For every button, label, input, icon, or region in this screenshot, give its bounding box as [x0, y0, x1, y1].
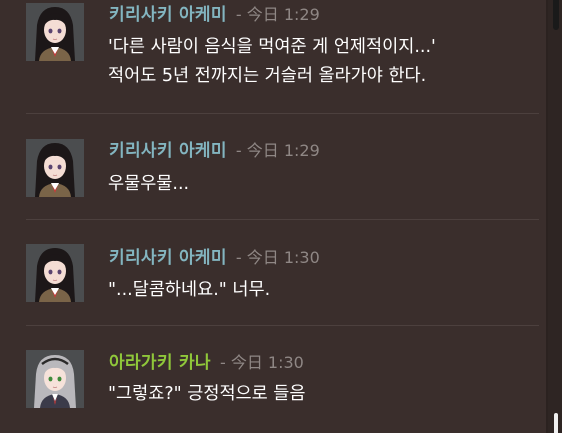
scrollbar-thumb[interactable] [553, 0, 559, 30]
message-header: 키리사키 아케미 - 今日 1:29 [109, 140, 320, 162]
scrollbar-grip[interactable] [554, 413, 558, 433]
message-content: '다른 사람이 음식을 먹여준 게 언제적이지...' 적어도 5년 전까지는 … [108, 33, 436, 91]
timestamp-value: 今日 1:29 [246, 5, 320, 24]
akemi-avatar-icon [26, 244, 84, 302]
akemi-avatar-icon [26, 139, 84, 197]
timestamp-value: 今日 1:29 [246, 141, 320, 160]
timestamp-separator: - [230, 141, 247, 160]
author-name[interactable]: 키리사키 아케미 [109, 248, 227, 268]
avatar[interactable] [26, 350, 84, 408]
message-divider [26, 325, 539, 326]
kana-avatar-icon [26, 350, 84, 408]
message-line: "그렇죠?" 긍정적으로 들음 [108, 384, 306, 404]
message-divider [26, 219, 539, 220]
message-header: 키리사키 아케미 - 今日 1:30 [109, 247, 320, 269]
message-divider [26, 113, 539, 114]
timestamp-separator: - [230, 248, 247, 267]
message-timestamp: - 今日 1:29 [231, 141, 320, 160]
message-line: 적어도 5년 전까지는 거슬러 올라가야 한다. [108, 66, 427, 86]
message-header: 아라가키 카나 - 今日 1:30 [109, 352, 304, 374]
avatar[interactable] [26, 244, 84, 302]
scrollbar-track[interactable] [548, 0, 562, 433]
timestamp-separator: - [214, 353, 231, 372]
message-timestamp: - 今日 1:30 [215, 353, 304, 372]
akemi-avatar-icon [26, 3, 84, 61]
message-line: '다른 사람이 음식을 먹여준 게 언제적이지...' [108, 37, 436, 57]
message-timestamp: - 今日 1:29 [231, 5, 320, 24]
message-timestamp: - 今日 1:30 [231, 248, 320, 267]
timestamp-value: 今日 1:30 [246, 248, 320, 267]
avatar[interactable] [26, 3, 84, 61]
author-name[interactable]: 키리사키 아케미 [109, 141, 227, 161]
message-content: "그렇죠?" 긍정적으로 들음 [108, 380, 306, 409]
message-line: "...달콤하네요." 너무. [108, 280, 271, 300]
chat-log: 키리사키 아케미 - 今日 1:29 '다른 사람이 음식을 먹여준 게 언제적… [0, 0, 548, 433]
timestamp-value: 今日 1:30 [230, 353, 304, 372]
avatar[interactable] [26, 139, 84, 197]
author-name[interactable]: 아라가키 카나 [109, 353, 211, 373]
message-content: 우물우물... [108, 170, 189, 199]
author-name[interactable]: 키리사키 아케미 [109, 5, 227, 25]
message-header: 키리사키 아케미 - 今日 1:29 [109, 4, 320, 26]
message-content: "...달콤하네요." 너무. [108, 276, 270, 305]
timestamp-separator: - [230, 5, 247, 24]
message-line: 우물우물... [108, 174, 190, 194]
